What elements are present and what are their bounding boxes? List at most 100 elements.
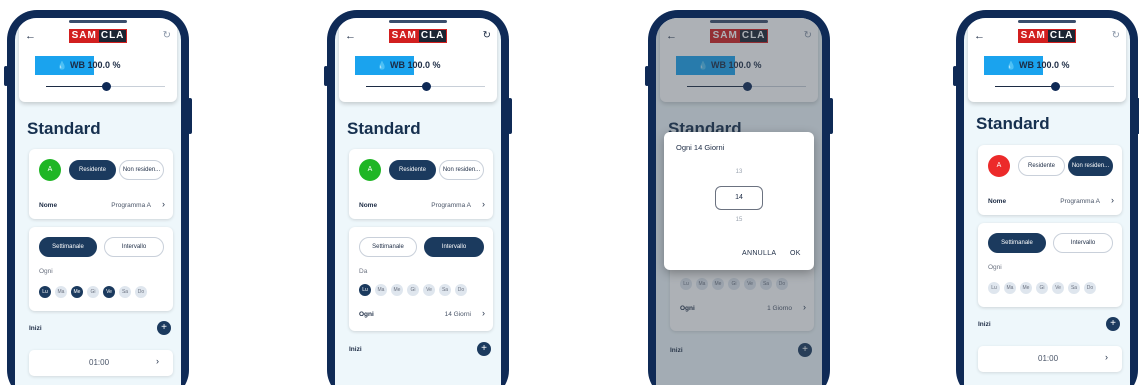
phone-screen-2: ← SAM CLA ↻ 💧 WB 100.0 % Standard A Reside… (324, 10, 512, 385)
wb-slider[interactable] (366, 82, 485, 91)
wb-level-label: 💧 WB 100.0 % (57, 60, 121, 70)
refresh-icon[interactable]: ↻ (1112, 30, 1120, 41)
chevron-right-icon: › (1105, 352, 1108, 362)
resident-button[interactable]: Residente (69, 160, 116, 180)
refresh-icon[interactable]: ↻ (163, 30, 171, 41)
water-drop-icon: 💧 (57, 61, 67, 70)
resident-button[interactable]: Residente (1018, 156, 1065, 176)
wb-slider[interactable] (995, 82, 1114, 91)
wb-level-label: 💧 WB 100.0 % (377, 60, 441, 70)
start-time-row[interactable]: 01:00 › (978, 346, 1122, 372)
day-gi[interactable]: Gi (87, 286, 99, 298)
weekly-button[interactable]: Settimanale (359, 237, 417, 257)
day-do[interactable]: Do (455, 284, 467, 296)
name-label: Nome (39, 202, 58, 209)
picker-value-below[interactable]: 15 (664, 217, 814, 223)
non-resident-button[interactable]: Non residen... (1068, 156, 1113, 176)
day-ve[interactable]: Ve (103, 286, 115, 298)
page-title: Standard (976, 114, 1050, 133)
day-ma[interactable]: Ma (55, 286, 67, 298)
slider-thumb[interactable] (101, 82, 111, 91)
non-resident-button[interactable]: Non residen... (439, 160, 484, 180)
water-drop-icon: 💧 (1006, 61, 1016, 70)
picker-value-above[interactable]: 13 (664, 169, 814, 175)
back-arrow-icon[interactable]: ← (345, 30, 356, 42)
day-lu[interactable]: Lu (39, 286, 51, 298)
header-card: ← SAM CLA ↻ 💧 WB 100.0 % (339, 18, 497, 102)
day-me[interactable]: Me (391, 284, 403, 296)
start-label: Inizi (978, 321, 991, 328)
day-me[interactable]: Me (71, 286, 83, 298)
wb-slider[interactable] (46, 82, 165, 91)
day-ma[interactable]: Ma (1004, 282, 1016, 294)
refresh-icon[interactable]: ↻ (483, 30, 491, 41)
ogni-label: Ogni (988, 264, 1002, 271)
name-value: Programma A (431, 202, 471, 209)
water-drop-icon: 💧 (377, 61, 387, 70)
weekly-button[interactable]: Settimanale (988, 233, 1046, 253)
picker-selected-value[interactable]: 14 (715, 186, 763, 210)
page-title: Standard (27, 119, 101, 138)
day-do[interactable]: Do (1084, 282, 1096, 294)
ok-button[interactable]: OK (790, 250, 801, 257)
weekday-selector: Lu Ma Me Gi Ve Sa Do (39, 286, 147, 298)
chevron-right-icon[interactable]: › (162, 199, 165, 209)
avatar: A (988, 155, 1010, 177)
day-sa[interactable]: Sa (439, 284, 451, 296)
samcla-logo: SAM CLA (1018, 29, 1076, 43)
day-ma[interactable]: Ma (375, 284, 387, 296)
avatar: A (359, 159, 381, 181)
header-card: ← SAM CLA ↻ 💧 WB 100.0 % (968, 18, 1126, 102)
start-time-row[interactable]: 01:00 › (29, 350, 173, 376)
schedule-card: Settimanale Intervallo Da Lu Ma Me Gi Ve… (349, 227, 493, 331)
day-me[interactable]: Me (1020, 282, 1032, 294)
start-label: Inizi (349, 346, 362, 353)
day-sa[interactable]: Sa (1068, 282, 1080, 294)
name-label: Nome (359, 202, 378, 209)
weekly-button[interactable]: Settimanale (39, 237, 97, 257)
samcla-logo: SAM CLA (389, 29, 447, 43)
interval-button[interactable]: Intervallo (1053, 233, 1113, 253)
page-title: Standard (347, 119, 421, 138)
day-ve[interactable]: Ve (423, 284, 435, 296)
ogni-label: Ogni (39, 268, 53, 275)
program-card: A Residente Non residen... Nome Programm… (349, 149, 493, 219)
back-arrow-icon[interactable]: ← (25, 30, 36, 42)
samcla-logo: SAM CLA (69, 29, 127, 43)
day-lu[interactable]: Lu (988, 282, 1000, 294)
slider-thumb[interactable] (421, 82, 431, 91)
add-icon[interactable]: + (1106, 317, 1120, 331)
dialog-title: Ogni 14 Giorni (676, 143, 725, 152)
chevron-right-icon[interactable]: › (1111, 195, 1114, 205)
resident-button[interactable]: Residente (389, 160, 436, 180)
day-gi[interactable]: Gi (407, 284, 419, 296)
program-card: A Residente Non residen... Nome Programm… (978, 145, 1122, 215)
interval-picker-dialog: Ogni 14 Giorni 13 14 15 ANNULLA OK (664, 132, 814, 270)
ogni-label: Ogni (359, 311, 374, 318)
interval-button[interactable]: Intervallo (104, 237, 164, 257)
cancel-button[interactable]: ANNULLA (742, 250, 776, 257)
chevron-right-icon[interactable]: › (482, 199, 485, 209)
day-sa[interactable]: Sa (119, 286, 131, 298)
ogni-value: 14 Giorni (444, 311, 471, 318)
app-screen: ← SAM CLA ↻ 💧 WB 100.0 % Standard A Reside… (964, 18, 1130, 385)
add-icon[interactable]: + (477, 342, 491, 356)
weekday-selector: Lu Ma Me Gi Ve Sa Do (988, 282, 1096, 294)
back-arrow-icon[interactable]: ← (974, 30, 985, 42)
start-date-label: Da (359, 268, 368, 275)
day-do[interactable]: Do (135, 286, 147, 298)
chevron-right-icon[interactable]: › (482, 308, 485, 318)
day-ve[interactable]: Ve (1052, 282, 1064, 294)
notch (69, 20, 127, 23)
slider-thumb[interactable] (1050, 82, 1060, 91)
phone-screen-4: ← SAM CLA ↻ 💧 WB 100.0 % Standard A Reside… (953, 10, 1139, 385)
start-time: 01:00 (89, 358, 110, 367)
notch (389, 20, 447, 23)
day-lu[interactable]: Lu (359, 284, 371, 296)
day-gi[interactable]: Gi (1036, 282, 1048, 294)
interval-button[interactable]: Intervallo (424, 237, 484, 257)
non-resident-button[interactable]: Non residen... (119, 160, 164, 180)
header-card: ← SAM CLA ↻ 💧 WB 100.0 % (19, 18, 177, 102)
app-screen: ← SAM CLA ↻ 💧 WB 100.0 % Standard Lu Ma Me… (656, 18, 822, 385)
add-icon[interactable]: + (157, 321, 171, 335)
